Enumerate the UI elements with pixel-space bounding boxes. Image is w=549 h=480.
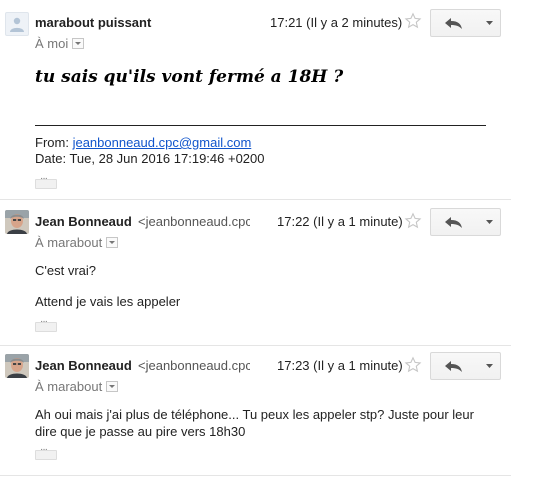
sender-name[interactable]: marabout puissant xyxy=(35,15,151,30)
message-divider xyxy=(0,475,511,476)
message-time: 17:23 (Il y a 1 minute) xyxy=(277,358,403,373)
message-line: Attend je vais les appeler xyxy=(35,294,181,309)
recipient-summary[interactable]: À marabout xyxy=(35,235,119,250)
signature-rule xyxy=(35,125,486,126)
star-icon[interactable] xyxy=(404,212,422,230)
reply-button[interactable] xyxy=(430,9,480,37)
sender-full-name: Jean Bonneaud xyxy=(35,358,132,373)
reply-icon xyxy=(445,217,462,228)
from-email-link[interactable]: jeanbonneaud.cpc@gmail.com xyxy=(73,135,252,150)
star-icon[interactable] xyxy=(404,356,422,374)
sender-avatar xyxy=(5,354,29,378)
reply-button[interactable] xyxy=(430,208,480,236)
message-divider xyxy=(0,199,511,200)
recipient-summary[interactable]: À marabout xyxy=(35,379,119,394)
message-body-title: tu sais qu'ils vont fermé a 18H ? xyxy=(35,67,344,87)
show-trimmed-content-button[interactable] xyxy=(35,444,57,460)
chevron-down-icon xyxy=(486,364,493,368)
recipient-label: À marabout xyxy=(35,235,103,250)
recipient-label: À moi xyxy=(35,36,69,51)
reply-button[interactable] xyxy=(430,352,480,380)
more-options-button[interactable] xyxy=(479,352,501,380)
sender-email[interactable]: <jeanbonneaud.cpc xyxy=(138,358,250,373)
show-trimmed-content-button[interactable] xyxy=(35,173,57,189)
reply-button-group xyxy=(430,352,501,380)
recipient-summary[interactable]: À moi xyxy=(35,36,85,51)
message-line: dire que je passe au pire vers 18h30 xyxy=(35,424,246,439)
sender-full-name: Jean Bonneaud xyxy=(35,214,132,229)
generic-avatar-icon xyxy=(5,12,29,36)
reply-button-group xyxy=(430,208,501,236)
message-divider xyxy=(0,345,511,346)
sender-name[interactable]: Jean Bonneaud xyxy=(35,358,132,373)
message-time: 17:22 (Il y a 1 minute) xyxy=(277,214,403,229)
details-dropdown-icon[interactable] xyxy=(106,237,119,249)
show-trimmed-content-button[interactable] xyxy=(35,316,57,332)
reply-icon xyxy=(445,361,462,372)
recipient-label: À marabout xyxy=(35,379,103,394)
more-options-button[interactable] xyxy=(479,208,501,236)
details-dropdown-icon[interactable] xyxy=(106,381,119,393)
message-time: 17:21 (Il y a 2 minutes) xyxy=(270,15,403,30)
sender-email[interactable]: <jeanbonneaud.cpc xyxy=(138,214,250,229)
reply-icon xyxy=(445,18,462,29)
message-line: Ah oui mais j'ai plus de téléphone... Tu… xyxy=(35,407,474,422)
message-line: C'est vrai? xyxy=(35,263,97,278)
chevron-down-icon xyxy=(486,220,493,224)
from-label: From: xyxy=(35,135,69,150)
star-icon[interactable] xyxy=(404,12,422,30)
sender-avatar xyxy=(5,210,29,234)
more-options-button[interactable] xyxy=(479,9,501,37)
sender-name[interactable]: Jean Bonneaud xyxy=(35,214,132,229)
reply-button-group xyxy=(430,9,501,37)
date-line: Date: Tue, 28 Jun 2016 17:19:46 +0200 xyxy=(35,151,265,166)
details-dropdown-icon[interactable] xyxy=(72,38,85,50)
from-line: From: jeanbonneaud.cpc@gmail.com xyxy=(35,135,251,150)
chevron-down-icon xyxy=(486,21,493,25)
